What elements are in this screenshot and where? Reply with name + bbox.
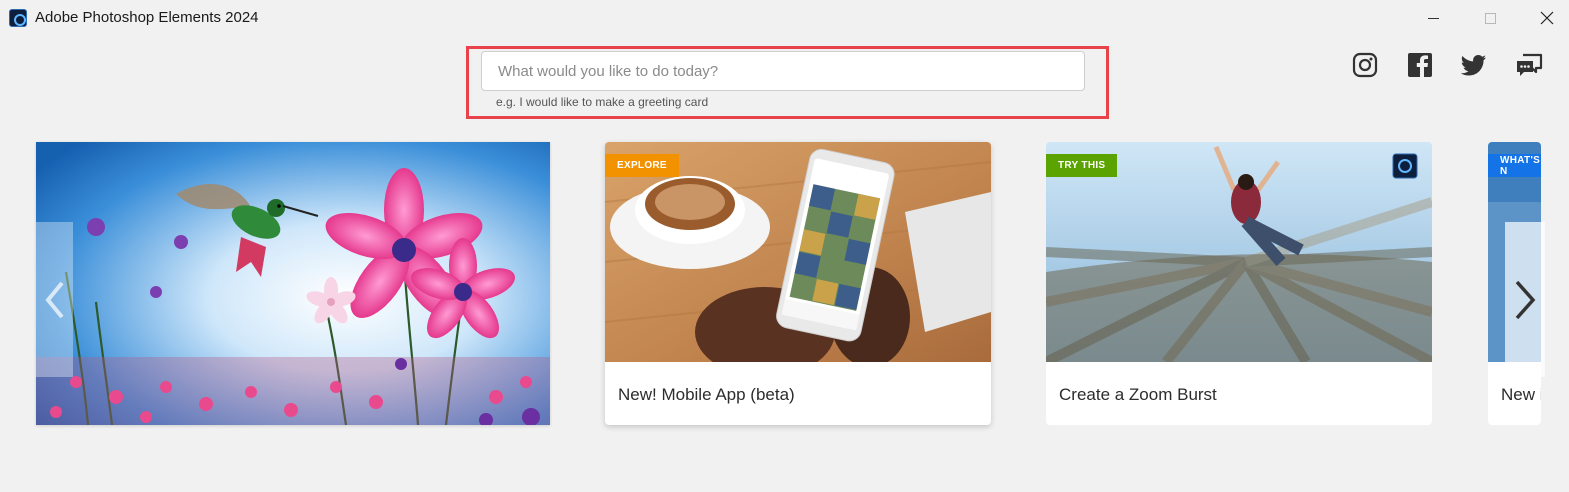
card-title: New i xyxy=(1501,385,1541,404)
search-hint: e.g. I would like to make a greeting car… xyxy=(496,95,709,109)
chevron-right-icon xyxy=(1515,280,1536,319)
card-title: New! Mobile App (beta) xyxy=(618,385,795,404)
instagram-icon[interactable] xyxy=(1352,52,1378,78)
minimize-icon xyxy=(1427,17,1439,19)
chevron-left-icon xyxy=(44,281,64,318)
close-icon xyxy=(1540,11,1554,25)
twitter-icon[interactable] xyxy=(1460,52,1486,78)
search-highlight-box: e.g. I would like to make a greeting car… xyxy=(466,46,1109,119)
facebook-icon[interactable] xyxy=(1407,52,1433,78)
minimize-button[interactable] xyxy=(1408,0,1458,36)
card-badge: WHAT'S N xyxy=(1488,154,1541,177)
hummingbird-flowers-image xyxy=(36,142,550,425)
app-logo-icon xyxy=(9,9,27,27)
card-badge: EXPLORE xyxy=(605,154,679,177)
hero-image[interactable] xyxy=(36,142,550,425)
maximize-icon xyxy=(1484,12,1496,24)
close-button[interactable] xyxy=(1522,0,1569,36)
carousel-prev-button[interactable] xyxy=(36,222,73,377)
maximize-button[interactable] xyxy=(1465,0,1515,36)
card-title: Create a Zoom Burst xyxy=(1059,385,1217,404)
card-mobile-app[interactable]: EXPLORE New! Mobile App (beta) xyxy=(605,142,991,425)
carousel-next-button[interactable] xyxy=(1505,222,1545,377)
card-zoom-burst[interactable]: TRY THIS Create a Zoom Burst xyxy=(1046,142,1432,425)
feedback-icon[interactable] xyxy=(1515,52,1543,78)
card-badge: TRY THIS xyxy=(1046,154,1118,177)
window-title: Adobe Photoshop Elements 2024 xyxy=(35,9,259,26)
title-bar: Adobe Photoshop Elements 2024 xyxy=(0,0,1569,36)
search-input[interactable] xyxy=(481,51,1085,91)
